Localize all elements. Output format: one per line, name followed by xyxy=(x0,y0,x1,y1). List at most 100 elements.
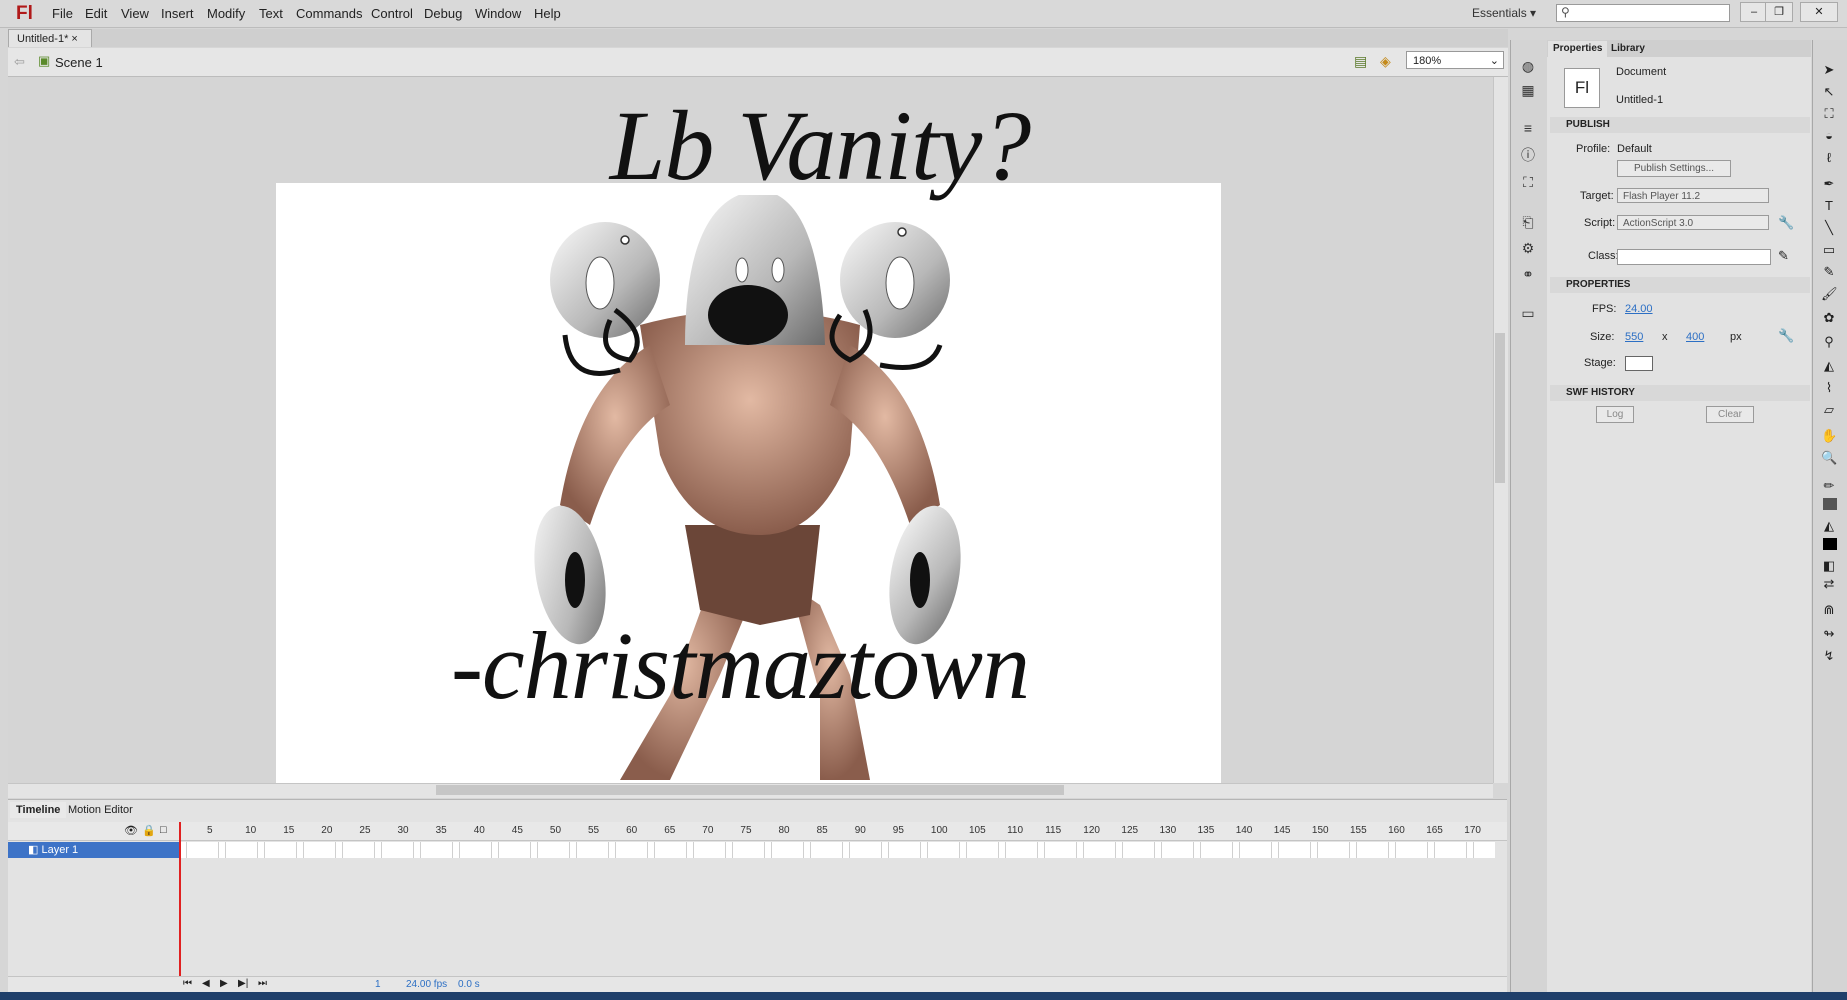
edit-symbols-icon[interactable]: ◈ xyxy=(1380,53,1391,70)
components-icon[interactable]: ⚙ xyxy=(1518,240,1538,256)
menu-help[interactable]: Help xyxy=(534,6,561,21)
project-icon[interactable]: ▭ xyxy=(1518,305,1538,321)
deco-tool-icon[interactable]: ✿ xyxy=(1821,310,1837,326)
script-select[interactable]: ActionScript 3.0 xyxy=(1617,215,1769,230)
tab-timeline[interactable]: Timeline xyxy=(10,802,67,818)
swap-colors-icon[interactable]: ⇄ xyxy=(1821,576,1837,592)
stage-author-text[interactable]: -christmaztown xyxy=(380,610,1100,721)
eye-icon[interactable]: 👁 xyxy=(124,824,138,837)
motion-presets-icon[interactable]: ⚭ xyxy=(1518,266,1538,282)
stage-color-label: Stage: xyxy=(1584,357,1616,369)
hand-tool-icon[interactable]: ✋ xyxy=(1821,428,1837,444)
paint-bucket-tool-icon[interactable]: ◭ xyxy=(1821,358,1837,374)
scene-label[interactable]: Scene 1 xyxy=(55,55,103,70)
lasso-tool-icon[interactable]: ℓ xyxy=(1821,150,1837,166)
edit-scene-icon[interactable]: ▤ xyxy=(1354,53,1367,70)
horizontal-scroll-thumb[interactable] xyxy=(436,785,1064,795)
menu-window[interactable]: Window xyxy=(475,6,521,21)
info-icon[interactable]: ⓘ xyxy=(1518,147,1538,163)
swf-history-section-header[interactable]: SWF HISTORY xyxy=(1550,385,1810,401)
transform-icon[interactable]: ⛶ xyxy=(1518,174,1538,190)
lock-icon[interactable]: 🔒 xyxy=(142,824,156,837)
black-white-icon[interactable]: ◧ xyxy=(1821,558,1837,574)
step-back-icon[interactable]: ◀ xyxy=(202,978,210,989)
play-icon[interactable]: ▶ xyxy=(220,978,228,989)
menu-insert[interactable]: Insert xyxy=(161,6,194,21)
width-value[interactable]: 550 xyxy=(1625,331,1643,343)
align-icon[interactable]: ≡ xyxy=(1518,120,1538,136)
free-transform-tool-icon[interactable]: ⛶ xyxy=(1821,106,1837,122)
vertical-scroll-thumb[interactable] xyxy=(1495,333,1505,483)
bone-tool-icon[interactable]: ⚲ xyxy=(1821,334,1837,350)
selection-tool-icon[interactable]: ➤ xyxy=(1821,62,1837,78)
go-to-end-icon[interactable]: ⏭ xyxy=(258,978,267,989)
minimize-button[interactable]: – xyxy=(1740,2,1768,22)
menu-commands[interactable]: Commands xyxy=(296,6,362,21)
color-panel-icon[interactable]: ◍ xyxy=(1518,58,1538,74)
fill-color-icon[interactable]: ◭ xyxy=(1821,518,1837,534)
menu-view[interactable]: View xyxy=(121,6,149,21)
outline-icon[interactable]: □ xyxy=(160,824,167,836)
document-tab[interactable]: Untitled-1* × xyxy=(8,29,92,47)
current-frame[interactable]: 1 xyxy=(375,979,381,990)
zoom-select[interactable]: 180% ⌄ xyxy=(1406,51,1504,69)
eraser-tool-icon[interactable]: ▱ xyxy=(1821,402,1837,418)
menu-debug[interactable]: Debug xyxy=(424,6,462,21)
playhead[interactable] xyxy=(179,822,181,982)
rewind-icon[interactable]: ⏮ xyxy=(183,978,192,989)
close-window-button[interactable]: ✕ xyxy=(1800,2,1838,22)
target-select[interactable]: Flash Player 11.2 xyxy=(1617,188,1769,203)
menu-edit[interactable]: Edit xyxy=(85,6,107,21)
tab-motion-editor[interactable]: Motion Editor xyxy=(62,802,139,818)
pencil-tool-icon[interactable]: ✎ xyxy=(1821,264,1837,280)
layer-row[interactable]: ◧ Layer 1 xyxy=(8,842,180,858)
menu-modify[interactable]: Modify xyxy=(207,6,245,21)
menu-text[interactable]: Text xyxy=(259,6,283,21)
menu-control[interactable]: Control xyxy=(371,6,413,21)
brush-tool-icon[interactable]: 🖌 xyxy=(1821,286,1838,302)
stage-color-swatch[interactable] xyxy=(1625,356,1653,371)
stage-title-text[interactable]: Lb Vanity? xyxy=(420,88,1220,203)
step-forward-icon[interactable]: ▶| xyxy=(238,978,248,989)
3d-rotation-tool-icon[interactable]: ◒ xyxy=(1821,128,1837,144)
fps-value[interactable]: 24.00 xyxy=(1625,303,1653,315)
text-tool-icon[interactable]: T xyxy=(1821,198,1837,214)
publish-section-header[interactable]: PUBLISH xyxy=(1550,117,1810,133)
log-button[interactable]: Log xyxy=(1596,406,1634,423)
frame-number: 25 xyxy=(359,825,371,836)
swatches-icon[interactable]: ▦ xyxy=(1518,82,1538,98)
frame-number: 150 xyxy=(1311,825,1329,836)
restore-button[interactable]: ❐ xyxy=(1765,2,1793,22)
time-readout[interactable]: 0.0 s xyxy=(458,979,480,990)
edit-document-properties-icon[interactable]: 🔧 xyxy=(1778,328,1794,344)
workspace-switcher[interactable]: Essentials ▾ xyxy=(1472,6,1536,20)
zoom-tool-icon[interactable]: 🔍 xyxy=(1821,450,1837,466)
back-arrow-icon[interactable]: ⇦ xyxy=(14,54,25,70)
snap-to-objects-icon[interactable]: ⋒ xyxy=(1821,602,1837,618)
properties-section-header[interactable]: PROPERTIES xyxy=(1550,277,1810,293)
clear-button[interactable]: Clear xyxy=(1706,406,1754,423)
help-search-input[interactable]: ⚲ xyxy=(1556,4,1730,22)
frames-row[interactable] xyxy=(180,842,1495,858)
class-input[interactable] xyxy=(1617,249,1771,265)
close-tab-icon[interactable]: × xyxy=(71,33,77,45)
publish-settings-button[interactable]: Publish Settings... xyxy=(1617,160,1731,177)
code-snippets-icon[interactable]: ⎗ xyxy=(1518,214,1538,230)
fps-readout[interactable]: 24.00 fps xyxy=(406,979,447,990)
smooth-icon[interactable]: ↬ xyxy=(1821,626,1837,642)
pencil-icon[interactable]: ✎ xyxy=(1778,248,1789,264)
tab-properties[interactable]: Properties xyxy=(1548,41,1608,57)
wrench-icon[interactable]: 🔧 xyxy=(1778,215,1794,231)
subselection-tool-icon[interactable]: ↖ xyxy=(1821,84,1837,100)
straighten-icon[interactable]: ↯ xyxy=(1821,648,1837,664)
pen-tool-icon[interactable]: ✒ xyxy=(1821,176,1837,192)
line-tool-icon[interactable]: ╲ xyxy=(1821,220,1837,236)
menu-file[interactable]: File xyxy=(52,6,73,21)
stroke-color-icon[interactable]: ✏ xyxy=(1821,478,1837,494)
eyedropper-tool-icon[interactable]: ⌇ xyxy=(1821,380,1837,396)
fill-color-swatch[interactable] xyxy=(1823,538,1837,550)
stroke-color-swatch[interactable] xyxy=(1823,498,1837,510)
rectangle-tool-icon[interactable]: ▭ xyxy=(1821,242,1837,258)
tab-library[interactable]: Library xyxy=(1606,41,1650,57)
height-value[interactable]: 400 xyxy=(1686,331,1704,343)
